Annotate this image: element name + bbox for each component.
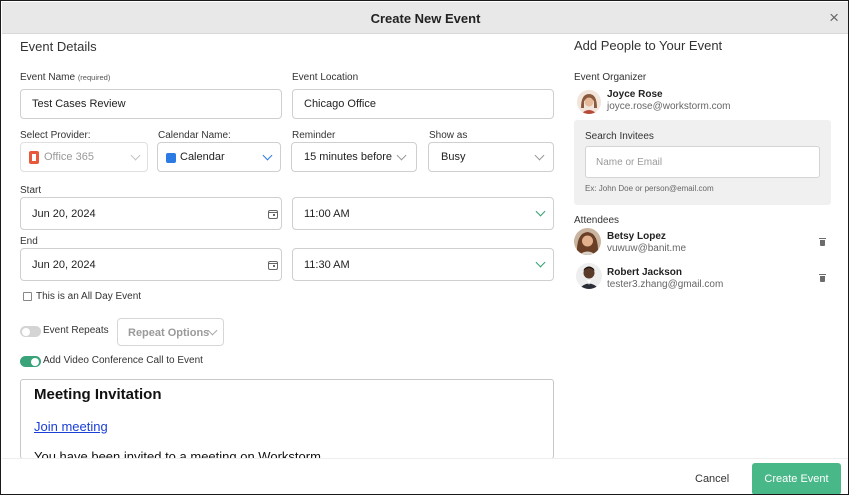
chevron-down-icon [535,206,546,217]
reminder-value: 15 minutes before [304,151,393,163]
organizer-email: joyce.rose@workstorm.com [607,101,731,112]
attendee-name: Robert Jackson [607,267,683,278]
trash-icon[interactable] [819,274,826,282]
office-icon [29,151,39,164]
all-day-checkbox[interactable] [23,292,32,301]
provider-select[interactable]: Office 365 [20,142,148,172]
event-name-input[interactable]: Test Cases Review [20,89,282,119]
event-location-value: Chicago Office [304,98,376,110]
dialog-titlebar: Create New Event × [2,2,848,34]
start-label: Start [20,185,42,196]
invitation-heading: Meeting Invitation [34,386,162,403]
calendar-icon[interactable] [268,210,278,219]
chevron-down-icon [535,257,546,268]
close-icon[interactable]: × [829,8,839,28]
provider-value: Office 365 [44,151,94,163]
chevron-down-icon [130,150,141,161]
search-placeholder: Name or Email [596,157,663,168]
search-invitees-title: Search Invitees [585,131,654,142]
required-note: (required) [77,73,111,82]
search-invitees-input[interactable]: Name or Email [585,146,820,178]
attendee-name: Betsy Lopez [607,231,666,242]
repeat-options-label: Repeat Options [128,327,210,339]
create-event-button[interactable]: Create Event [752,463,841,494]
video-conference-label: Add Video Conference Call to Event [43,355,203,366]
attendee-avatar-image [574,228,601,255]
chevron-down-icon [396,150,407,161]
event-name-value: Test Cases Review [32,98,126,110]
end-date-value: Jun 20, 2024 [32,259,96,271]
attendee-email: tester3.zhang@gmail.com [607,279,724,290]
calendar-color-swatch [166,153,176,163]
chevron-down-icon [534,150,545,161]
start-time-select[interactable]: 11:00 AM [292,197,554,230]
event-repeats-label: Event Repeats [43,325,109,336]
create-event-dialog: Create New Event × Event Details Event N… [0,0,849,495]
end-label: End [20,236,38,247]
event-name-label: Event Name (required) [20,72,111,83]
provider-label: Select Provider: [20,130,91,141]
search-invitees-panel: Search Invitees Name or Email Ex: John D… [574,120,831,205]
all-day-label: This is an All Day Event [36,291,142,302]
join-meeting-link[interactable]: Join meeting [34,419,108,434]
dialog-title: Create New Event [370,11,481,26]
chevron-down-icon [262,150,273,161]
attendees-label: Attendees [574,215,620,226]
trash-icon[interactable] [819,238,826,246]
start-date-input[interactable]: Jun 20, 2024 [20,197,282,230]
event-location-label: Event Location [292,72,359,83]
attendee-email: vuwuw@banit.me [607,243,687,254]
start-time-value: 11:00 AM [304,208,350,220]
people-section-title: Add People to Your Event [574,38,723,53]
show-as-value: Busy [441,151,466,163]
event-repeats-toggle[interactable] [20,326,41,337]
calendar-label: Calendar Name: [158,130,231,141]
event-details-title: Event Details [20,39,97,54]
attendee-avatar-image [576,263,602,289]
calendar-select[interactable]: Calendar [157,142,281,172]
organizer-avatar-image [577,90,601,114]
reminder-select[interactable]: 15 minutes before [291,142,417,172]
avatar [576,263,602,289]
avatar [574,228,601,255]
invitation-editor[interactable]: Meeting Invitation Join meeting You have… [20,379,554,459]
calendar-icon[interactable] [268,261,278,270]
calendar-value: Calendar [180,151,225,163]
repeat-options-select[interactable]: Repeat Options [117,318,224,346]
organizer-label: Event Organizer [574,72,647,83]
toggle-knob [22,327,30,336]
reminder-label: Reminder [292,130,336,141]
create-event-label: Create Event [764,473,829,485]
cancel-button[interactable]: Cancel [695,473,729,485]
search-hint: Ex: John Doe or person@email.com [585,184,714,193]
end-time-select[interactable]: 11:30 AM [292,248,554,281]
event-location-input[interactable]: Chicago Office [292,89,554,119]
show-as-label: Show as [429,130,468,141]
footer-divider [2,458,848,459]
avatar [577,90,601,114]
start-date-value: Jun 20, 2024 [32,208,96,220]
end-time-value: 11:30 AM [304,259,350,271]
organizer-name: Joyce Rose [607,89,663,100]
toggle-knob [31,357,39,366]
video-conference-toggle[interactable] [20,356,41,367]
end-date-input[interactable]: Jun 20, 2024 [20,248,282,281]
show-as-select[interactable]: Busy [428,142,554,172]
